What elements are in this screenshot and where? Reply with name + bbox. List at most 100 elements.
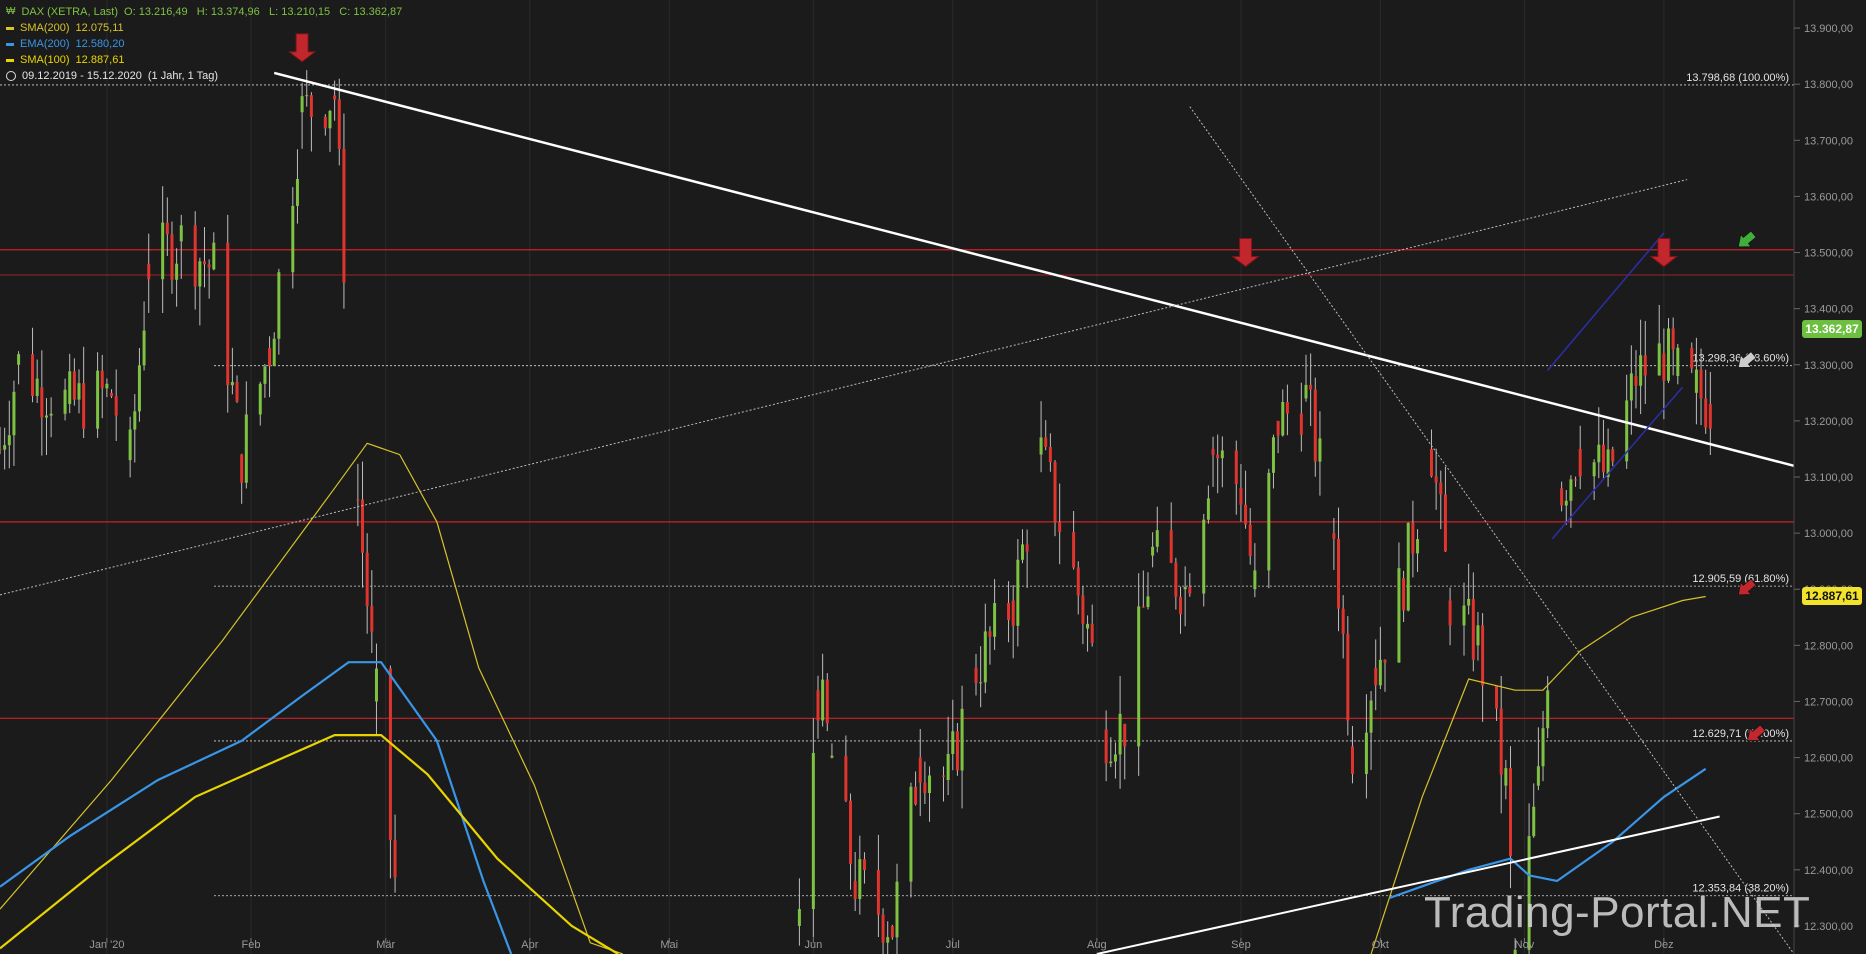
- candle-down: [1007, 603, 1011, 620]
- legend-range-dates: 09.12.2019 - 15.12.2020: [22, 70, 142, 82]
- candle-down: [323, 116, 327, 129]
- candle-up: [909, 786, 913, 882]
- candle-down: [1499, 708, 1503, 775]
- candle-up: [328, 111, 332, 129]
- y-tick-label: 13.500,00: [1804, 248, 1853, 260]
- candle-down: [1169, 530, 1173, 563]
- candle-up: [1220, 450, 1224, 459]
- candle-up: [212, 242, 216, 270]
- candle-up: [77, 383, 81, 400]
- candle-down: [825, 679, 829, 724]
- candle-up: [277, 272, 281, 339]
- y-tick-label: 12.400,00: [1804, 865, 1853, 877]
- candle-up: [142, 330, 146, 366]
- candle-down: [1448, 600, 1452, 626]
- candle-down: [941, 775, 945, 777]
- candle-down: [1560, 488, 1564, 506]
- x-tick-label: Sep: [1231, 939, 1251, 951]
- x-tick-label: Jan '20: [89, 939, 124, 951]
- candle-down: [862, 859, 866, 871]
- candle-down: [31, 354, 35, 397]
- legend-ema200-swatch: [6, 42, 14, 46]
- y-tick-label: 13.400,00: [1804, 304, 1853, 316]
- legend-sma200-name: SMA(200): [20, 22, 70, 34]
- chart-type-icon: ₩: [6, 6, 16, 17]
- candle-down: [1141, 606, 1145, 608]
- candle-down: [356, 499, 360, 501]
- candle-down: [1350, 746, 1354, 774]
- candle-up: [1155, 530, 1159, 547]
- candle-up: [63, 389, 67, 414]
- candlestick-chart[interactable]: 13.798,68 (100.00%)13.298,36 (78.60%)12.…: [0, 0, 1866, 954]
- candle-up: [1406, 522, 1410, 611]
- candle-down: [1671, 328, 1675, 350]
- candle-down: [165, 222, 169, 235]
- candle-down: [1662, 353, 1666, 381]
- candle-down: [1574, 479, 1578, 481]
- candle-up: [295, 179, 299, 206]
- candle-down: [1276, 420, 1280, 436]
- legend-ema200: EMA(200) 12.580,20: [6, 36, 402, 52]
- x-tick-label: Nov: [1515, 939, 1535, 951]
- candle-down: [1439, 482, 1443, 495]
- candle-down: [333, 95, 337, 100]
- legend-sma200: SMA(200) 12.075,11: [6, 20, 402, 36]
- candle-down: [1337, 538, 1341, 609]
- candle-up: [1532, 806, 1536, 837]
- candle-down: [100, 370, 104, 389]
- candle-down: [1708, 404, 1712, 429]
- candle-down: [1443, 494, 1447, 552]
- candle-up: [1016, 559, 1020, 626]
- candle-up: [374, 668, 378, 702]
- x-tick-label: Feb: [241, 939, 260, 951]
- candle-up: [821, 679, 825, 721]
- y-tick-label: 12.500,00: [1804, 809, 1853, 821]
- candle-down: [890, 925, 894, 938]
- candle-up: [1183, 587, 1187, 590]
- candle-down: [876, 870, 880, 915]
- candle-down: [1285, 401, 1289, 414]
- candle-up: [1206, 498, 1210, 520]
- candle-up: [811, 752, 815, 910]
- candle-down: [849, 800, 853, 864]
- candle-down: [1578, 448, 1582, 477]
- legend-ema200-name: EMA(200): [20, 38, 70, 50]
- candle-down: [1072, 532, 1076, 568]
- last-price-tag: 13.362,87: [1802, 320, 1862, 339]
- candle-down: [1174, 562, 1178, 597]
- candle-down: [110, 392, 114, 397]
- candle-down: [40, 387, 44, 418]
- candle-down: [1011, 600, 1015, 626]
- legend-sma100-name: SMA(100): [20, 54, 70, 66]
- candle-up: [993, 603, 997, 637]
- candle-up: [68, 371, 72, 405]
- candle-up: [258, 383, 262, 415]
- legend-main-name: DAX (XETRA, Last): [21, 6, 119, 18]
- candle-down: [955, 731, 959, 771]
- candle-down: [370, 606, 374, 632]
- candle-down: [114, 396, 118, 416]
- legend-sma200-value: 12.075,11: [75, 22, 124, 34]
- candle-up: [230, 382, 234, 386]
- candle-down: [988, 631, 992, 637]
- candle-up: [1597, 444, 1601, 463]
- candle-down: [193, 225, 197, 287]
- candle-up: [291, 205, 295, 273]
- candle-up: [1467, 598, 1471, 606]
- candle-down: [914, 786, 918, 805]
- candle-up: [797, 909, 801, 926]
- candle-down: [0, 448, 2, 450]
- candle-down: [844, 755, 848, 801]
- candle-down: [1611, 449, 1615, 462]
- candle-down: [1081, 595, 1085, 624]
- candle-down: [1341, 608, 1345, 634]
- x-tick-label: Jul: [946, 939, 960, 951]
- candle-up: [960, 708, 964, 771]
- candle-up: [1137, 606, 1141, 747]
- candle-up: [17, 354, 21, 365]
- candle-down: [147, 263, 151, 280]
- candle-up: [858, 859, 862, 900]
- y-tick-label: 13.900,00: [1804, 23, 1853, 35]
- candle-up: [1657, 343, 1661, 376]
- candle-up: [979, 682, 983, 684]
